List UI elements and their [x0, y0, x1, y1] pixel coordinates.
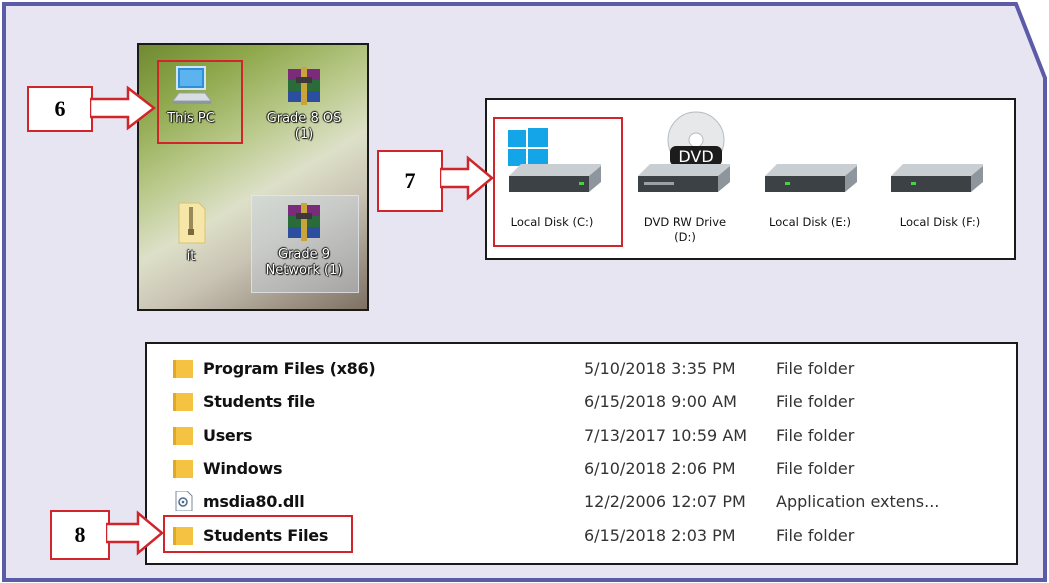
file-type: File folder — [776, 426, 855, 445]
highlight-local-disk-c — [493, 117, 623, 247]
drive-e[interactable] — [757, 108, 867, 213]
file-date: 6/15/2018 2:03 PM — [584, 526, 736, 545]
drive-d-label: DVD RW Drive (D:) — [643, 215, 727, 244]
file-type: File folder — [776, 459, 855, 478]
file-name: Users — [203, 426, 253, 445]
file-date: 6/10/2018 2:06 PM — [584, 459, 736, 478]
callout-step-6: 6 — [27, 86, 93, 132]
drive-d[interactable]: DVD — [630, 108, 740, 213]
folder-icon — [173, 427, 193, 445]
callout-number: 7 — [404, 168, 416, 193]
file-row[interactable]: Program Files (x86) 5/10/2018 3:35 PM Fi… — [147, 352, 1016, 385]
zip-folder-icon — [178, 202, 206, 244]
folder-icon — [173, 360, 193, 378]
file-name: Students file — [203, 392, 315, 411]
winrar-archive-icon — [288, 203, 320, 241]
hard-drive-icon — [765, 164, 857, 192]
hard-drive-icon — [891, 164, 983, 192]
folder-icon — [173, 460, 193, 478]
highlight-this-pc — [157, 60, 243, 144]
file-date: 12/2/2006 12:07 PM — [584, 492, 746, 511]
callout-number: 8 — [74, 522, 86, 547]
file-name: Windows — [203, 459, 283, 478]
file-row[interactable]: msdia80.dll 12/2/2006 12:07 PM Applicati… — [147, 485, 1016, 518]
file-type: File folder — [776, 526, 855, 545]
desktop-icon-label: Grade 8 OS — [266, 111, 342, 126]
desktop-icon-it[interactable]: it — [159, 201, 223, 265]
dvd-badge-label: DVD — [678, 147, 714, 166]
file-row[interactable]: Students file 6/15/2018 9:00 AM File fol… — [147, 385, 1016, 418]
callout-step-7: 7 — [377, 150, 443, 212]
desktop-icon-grade-8-os[interactable]: Grade 8 OS (1) — [251, 65, 357, 143]
arrow-right-icon — [90, 85, 156, 131]
callout-step-8: 8 — [50, 510, 110, 560]
file-name: Program Files (x86) — [203, 359, 376, 378]
desktop-icon-label: (1) — [294, 127, 314, 142]
desktop-icon-label: it — [186, 249, 196, 264]
drive-e-label: Local Disk (E:) — [769, 215, 851, 229]
desktop-icon-label: Network (1) — [265, 263, 343, 278]
file-row[interactable]: Windows 6/10/2018 2:06 PM File folder — [147, 452, 1016, 485]
callout-number: 6 — [54, 96, 66, 121]
highlight-students-files — [163, 515, 353, 553]
file-type: File folder — [776, 359, 855, 378]
file-date: 5/10/2018 3:35 PM — [584, 359, 736, 378]
arrow-right-icon — [440, 155, 494, 201]
arrow-right-icon — [106, 510, 164, 556]
file-type: Application extens... — [776, 492, 940, 511]
desktop-icon-label: Grade 9 — [277, 247, 331, 262]
file-row[interactable]: Users 7/13/2017 10:59 AM File folder — [147, 419, 1016, 452]
file-date: 6/15/2018 9:00 AM — [584, 392, 737, 411]
desktop-icon-grade-9-network[interactable]: Grade 9 Network (1) — [251, 201, 357, 279]
file-name: msdia80.dll — [203, 492, 305, 511]
file-date: 7/13/2017 10:59 AM — [584, 426, 748, 445]
winrar-archive-icon — [288, 67, 320, 105]
dll-file-icon — [175, 491, 193, 511]
drive-f-label: Local Disk (F:) — [899, 215, 981, 229]
folder-icon — [173, 393, 193, 411]
drive-f[interactable] — [883, 108, 993, 213]
file-type: File folder — [776, 392, 855, 411]
